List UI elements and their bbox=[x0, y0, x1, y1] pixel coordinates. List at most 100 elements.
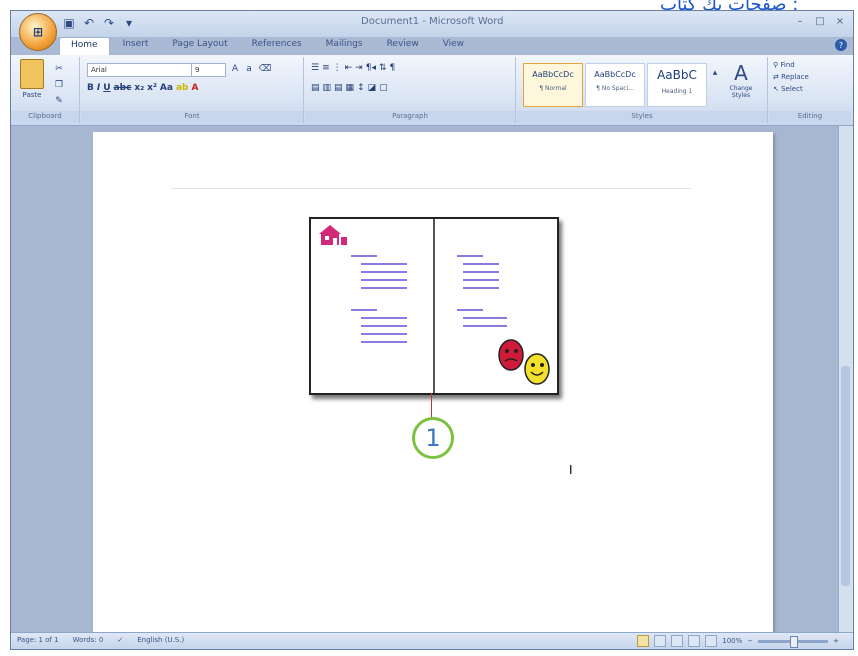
save-icon[interactable]: ▣ bbox=[61, 15, 77, 31]
shrink-font-icon[interactable]: a bbox=[243, 63, 255, 75]
font-color-icon[interactable]: A bbox=[191, 83, 198, 93]
full-screen-view-button[interactable] bbox=[654, 635, 667, 647]
rtl-icon[interactable]: ¶◂ bbox=[366, 63, 376, 73]
justify-icon[interactable]: ▦ bbox=[346, 83, 355, 93]
superscript-icon[interactable]: x² bbox=[147, 83, 157, 93]
tab-insert[interactable]: Insert bbox=[112, 37, 160, 55]
status-bar: Page: 1 of 1 Words: 0 ✓ English (U.S.) 1… bbox=[11, 632, 853, 649]
group-paragraph: ☰ ≡ ⋮ ⇤ ⇥ ¶◂ ⇅ ¶ ▤ ▥ ▤ ▦ ↕ ◪ ▢ Paragraph bbox=[305, 57, 516, 123]
vertical-scrollbar[interactable] bbox=[838, 126, 853, 632]
office-button[interactable]: ⊞ bbox=[19, 13, 57, 51]
line-spacing-icon[interactable]: ↕ bbox=[357, 83, 365, 93]
book-content-svg bbox=[319, 225, 550, 385]
theater-masks-icon bbox=[498, 339, 550, 385]
strikethrough-icon[interactable]: abc bbox=[114, 83, 132, 93]
copy-icon[interactable]: ❐ bbox=[53, 79, 65, 91]
font-name-combo[interactable]: Arial bbox=[87, 63, 192, 77]
tab-review[interactable]: Review bbox=[376, 37, 430, 55]
clear-formatting-icon[interactable]: ⌫ bbox=[259, 63, 272, 75]
document-page[interactable]: 1 I bbox=[93, 132, 773, 632]
subscript-icon[interactable]: x₂ bbox=[134, 83, 144, 93]
select-button[interactable]: ↖ Select bbox=[773, 85, 809, 93]
shading-icon[interactable]: ◪ bbox=[368, 83, 377, 93]
align-center-icon[interactable]: ▥ bbox=[323, 83, 332, 93]
grow-font-icon[interactable]: A bbox=[229, 63, 241, 75]
document-area: 1 I bbox=[11, 126, 853, 632]
group-editing: ⚲ Find ⇄ Replace ↖ Select Editing bbox=[769, 57, 851, 123]
change-styles-button[interactable]: A Change Styles bbox=[723, 61, 759, 99]
minimize-button[interactable]: – bbox=[793, 15, 807, 27]
show-marks-icon[interactable]: ¶ bbox=[390, 63, 396, 73]
group-label: Styles bbox=[517, 111, 767, 122]
close-button[interactable]: × bbox=[833, 15, 847, 27]
page-count[interactable]: Page: 1 of 1 bbox=[17, 636, 59, 644]
outline-view-button[interactable] bbox=[688, 635, 701, 647]
word-window: ⊞ ▣ ↶ ↷ ▾ Document1 - Microsoft Word – □… bbox=[10, 10, 854, 650]
paste-button[interactable]: Paste bbox=[17, 59, 47, 109]
text-cursor-icon: I bbox=[569, 463, 573, 477]
select-icon: ↖ bbox=[773, 85, 779, 93]
underline-icon[interactable]: U bbox=[103, 83, 110, 93]
redo-icon[interactable]: ↷ bbox=[101, 15, 117, 31]
find-button[interactable]: ⚲ Find bbox=[773, 61, 809, 69]
title-bar: ⊞ ▣ ↶ ↷ ▾ Document1 - Microsoft Word – □… bbox=[11, 11, 853, 51]
zoom-level[interactable]: 100% bbox=[722, 637, 742, 645]
numbering-icon[interactable]: ≡ bbox=[322, 63, 330, 73]
ribbon-tabs: Home Insert Page Layout References Maili… bbox=[59, 37, 475, 56]
replace-icon: ⇄ bbox=[773, 73, 779, 81]
bold-icon[interactable]: B bbox=[87, 83, 94, 93]
change-styles-icon: A bbox=[734, 61, 748, 85]
tab-view[interactable]: View bbox=[432, 37, 475, 55]
change-case-icon[interactable]: Aa bbox=[160, 83, 173, 93]
customize-qat-icon[interactable]: ▾ bbox=[121, 15, 137, 31]
align-right-icon[interactable]: ▤ bbox=[334, 83, 343, 93]
tab-home[interactable]: Home bbox=[59, 37, 110, 56]
replace-button[interactable]: ⇄ Replace bbox=[773, 73, 809, 81]
group-label: Clipboard bbox=[11, 111, 79, 122]
scrollbar-thumb[interactable] bbox=[841, 366, 850, 586]
increase-indent-icon[interactable]: ⇥ bbox=[355, 63, 363, 73]
left-page-text-lines bbox=[351, 255, 407, 343]
align-left-icon[interactable]: ▤ bbox=[311, 83, 320, 93]
window-title: Document1 - Microsoft Word bbox=[361, 16, 504, 27]
zoom-in-icon[interactable]: + bbox=[833, 637, 839, 645]
word-count[interactable]: Words: 0 bbox=[73, 636, 104, 644]
bullets-icon[interactable]: ☰ bbox=[311, 63, 319, 73]
style-normal[interactable]: AaBbCcDc ¶ Normal bbox=[523, 63, 583, 107]
styles-scroll-icon[interactable]: ▴ bbox=[709, 67, 721, 79]
decrease-indent-icon[interactable]: ⇤ bbox=[345, 63, 353, 73]
font-size-combo[interactable]: 9 bbox=[191, 63, 226, 77]
multilevel-list-icon[interactable]: ⋮ bbox=[333, 63, 342, 73]
callout-number: 1 bbox=[412, 417, 454, 459]
zoom-out-icon[interactable]: − bbox=[747, 637, 753, 645]
header-line bbox=[171, 188, 691, 189]
group-styles: AaBbCcDc ¶ Normal AaBbCcDc ¶ No Spaci...… bbox=[517, 57, 768, 123]
undo-icon[interactable]: ↶ bbox=[81, 15, 97, 31]
format-painter-icon[interactable]: ✎ bbox=[53, 95, 65, 107]
borders-icon[interactable]: ▢ bbox=[379, 83, 388, 93]
clipboard-icon bbox=[20, 59, 44, 89]
italic-icon[interactable]: I bbox=[97, 83, 100, 93]
tab-mailings[interactable]: Mailings bbox=[315, 37, 374, 55]
sort-icon[interactable]: ⇅ bbox=[379, 63, 387, 73]
zoom-slider-knob[interactable] bbox=[790, 635, 799, 648]
zoom-slider[interactable] bbox=[758, 635, 829, 648]
tab-references[interactable]: References bbox=[241, 37, 313, 55]
style-heading-1[interactable]: AaBbC Heading 1 bbox=[647, 63, 707, 107]
help-icon[interactable]: ? bbox=[835, 39, 847, 51]
proofing-icon[interactable]: ✓ bbox=[117, 636, 123, 644]
group-label: Paragraph bbox=[305, 111, 515, 122]
web-layout-view-button[interactable] bbox=[671, 635, 684, 647]
language-indicator[interactable]: English (U.S.) bbox=[137, 636, 184, 644]
style-no-spacing[interactable]: AaBbCcDc ¶ No Spaci... bbox=[585, 63, 645, 107]
draft-view-button[interactable] bbox=[705, 635, 718, 647]
group-font: Arial 9 A a ⌫ B I U abc x₂ x² Aa ab A Fo… bbox=[81, 57, 304, 123]
tab-page-layout[interactable]: Page Layout bbox=[161, 37, 238, 55]
cut-icon[interactable]: ✂ bbox=[53, 63, 65, 75]
highlight-icon[interactable]: ab bbox=[176, 83, 189, 93]
pointer-line bbox=[431, 393, 432, 419]
maximize-button[interactable]: □ bbox=[813, 15, 827, 27]
print-layout-view-button[interactable] bbox=[637, 635, 650, 647]
group-clipboard: Paste ✂ ❐ ✎ Clipboard bbox=[11, 57, 80, 123]
right-page-text-lines bbox=[457, 255, 507, 327]
